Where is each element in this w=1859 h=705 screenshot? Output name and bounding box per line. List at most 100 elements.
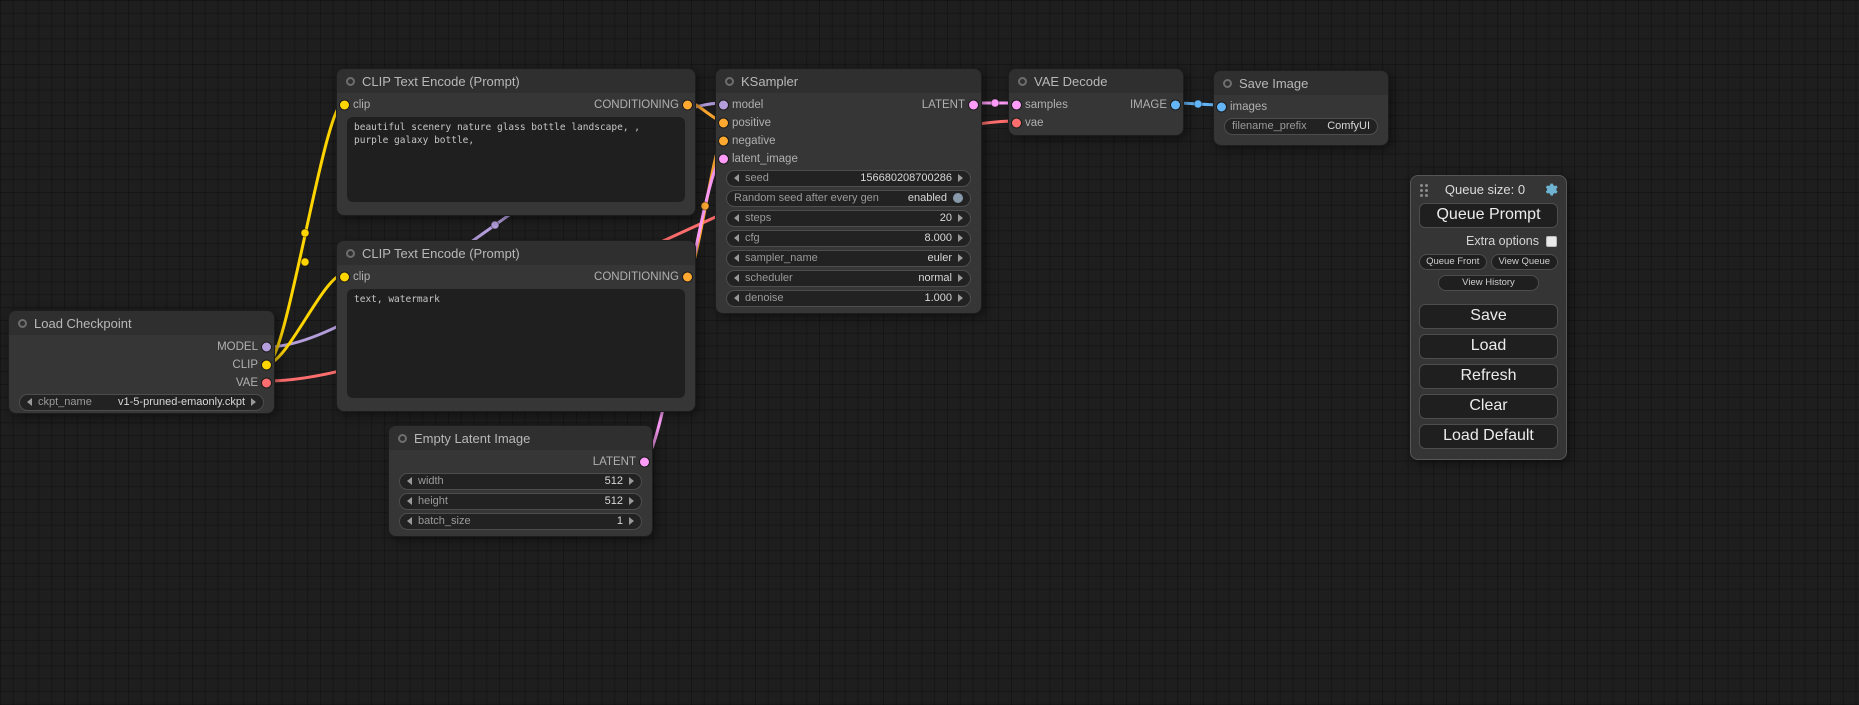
node-title-bar[interactable]: Empty Latent Image [389, 426, 652, 450]
vae-output-port[interactable] [262, 379, 271, 388]
node-clip-text-encode-negative[interactable]: CLIP Text Encode (Prompt) clip CONDITION… [336, 240, 696, 412]
seed-widget[interactable]: seed 156680208700286 [726, 170, 971, 187]
node-save-image[interactable]: Save Image images filename_prefix ComfyU… [1213, 70, 1389, 146]
load-default-button[interactable]: Load Default [1419, 424, 1558, 449]
increment-arrow-icon[interactable] [958, 174, 963, 182]
decrement-arrow-icon[interactable] [407, 477, 412, 485]
node-title-bar[interactable]: Save Image [1214, 71, 1388, 95]
widget-name: Random seed after every gen [734, 192, 879, 204]
clip-output-port[interactable] [262, 361, 271, 370]
cfg-widget[interactable]: cfg 8.000 [726, 230, 971, 247]
decrement-arrow-icon[interactable] [407, 497, 412, 505]
height-widget[interactable]: height 512 [399, 493, 642, 510]
wire-clip-to-negative-prompt [267, 274, 344, 364]
widget-value: 1 [617, 515, 623, 527]
extra-options-checkbox[interactable] [1546, 236, 1557, 247]
batch-size-widget[interactable]: batch_size 1 [399, 513, 642, 530]
queue-prompt-button[interactable]: Queue Prompt [1419, 203, 1558, 228]
conditioning-output-port[interactable] [683, 273, 692, 282]
prev-arrow-icon[interactable] [27, 398, 32, 406]
conditioning-output-port[interactable] [683, 101, 692, 110]
collapse-icon[interactable] [346, 249, 355, 258]
model-output-port[interactable] [262, 343, 271, 352]
negative-prompt-textarea[interactable]: text, watermark [347, 289, 685, 398]
scheduler-widget[interactable]: scheduler normal [726, 270, 971, 287]
vae-input-port[interactable] [1012, 119, 1021, 128]
clip-input-port[interactable] [340, 101, 349, 110]
clip-input-port[interactable] [340, 273, 349, 282]
decrement-arrow-icon[interactable] [734, 174, 739, 182]
widget-name: batch_size [418, 515, 471, 527]
refresh-button[interactable]: Refresh [1419, 364, 1558, 389]
node-title-bar[interactable]: KSampler [716, 69, 981, 93]
output-label-conditioning: CONDITIONING [594, 99, 679, 111]
latent-output-port[interactable] [640, 458, 649, 467]
next-arrow-icon[interactable] [251, 398, 256, 406]
increment-arrow-icon[interactable] [958, 214, 963, 222]
collapse-icon[interactable] [398, 434, 407, 443]
decrement-arrow-icon[interactable] [734, 234, 739, 242]
node-title-bar[interactable]: Load Checkpoint [9, 311, 274, 335]
negative-input-port[interactable] [719, 137, 728, 146]
decrement-arrow-icon[interactable] [734, 214, 739, 222]
link-dot [991, 99, 999, 107]
increment-arrow-icon[interactable] [629, 497, 634, 505]
increment-arrow-icon[interactable] [958, 294, 963, 302]
output-label-clip: CLIP [232, 359, 258, 371]
node-load-checkpoint[interactable]: Load Checkpoint MODEL CLIP VAE ckpt_name… [8, 310, 275, 414]
clear-button[interactable]: Clear [1419, 394, 1558, 419]
positive-input-port[interactable] [719, 119, 728, 128]
width-widget[interactable]: width 512 [399, 473, 642, 490]
filename-prefix-widget[interactable]: filename_prefix ComfyUI [1224, 118, 1378, 135]
node-clip-text-encode-positive[interactable]: CLIP Text Encode (Prompt) clip CONDITION… [336, 68, 696, 216]
collapse-icon[interactable] [725, 77, 734, 86]
samples-input-port[interactable] [1012, 101, 1021, 110]
prev-arrow-icon[interactable] [734, 254, 739, 262]
denoise-widget[interactable]: denoise 1.000 [726, 290, 971, 307]
link-dot [491, 221, 499, 229]
node-title-bar[interactable]: VAE Decode [1009, 69, 1183, 93]
next-arrow-icon[interactable] [958, 274, 963, 282]
load-button[interactable]: Load [1419, 334, 1558, 359]
collapse-icon[interactable] [18, 319, 27, 328]
node-title-bar[interactable]: CLIP Text Encode (Prompt) [337, 69, 695, 93]
node-title: Save Image [1239, 76, 1308, 91]
positive-prompt-textarea[interactable]: beautiful scenery nature glass bottle la… [347, 117, 685, 202]
widget-name: ckpt_name [38, 396, 92, 408]
images-input-port[interactable] [1217, 103, 1226, 112]
node-title: Empty Latent Image [414, 431, 530, 446]
sampler-name-widget[interactable]: sampler_name euler [726, 250, 971, 267]
collapse-icon[interactable] [346, 77, 355, 86]
decrement-arrow-icon[interactable] [407, 517, 412, 525]
drag-handle-icon[interactable] [1420, 184, 1423, 187]
ckpt-name-widget[interactable]: ckpt_name v1-5-pruned-emaonly.ckpt [19, 394, 264, 411]
image-output-port[interactable] [1171, 101, 1180, 110]
node-ksampler[interactable]: KSampler model LATENT positive negative … [715, 68, 982, 314]
node-empty-latent-image[interactable]: Empty Latent Image LATENT width 512 heig… [388, 425, 653, 537]
settings-gear-icon[interactable] [1543, 182, 1558, 197]
increment-arrow-icon[interactable] [629, 477, 634, 485]
widget-name: sampler_name [745, 252, 818, 264]
latent-image-input-port[interactable] [719, 155, 728, 164]
decrement-arrow-icon[interactable] [734, 294, 739, 302]
collapse-icon[interactable] [1223, 79, 1232, 88]
next-arrow-icon[interactable] [958, 254, 963, 262]
random-seed-toggle-widget[interactable]: Random seed after every gen enabled [726, 190, 971, 207]
view-queue-button[interactable]: View Queue [1491, 254, 1559, 270]
node-title: Load Checkpoint [34, 316, 132, 331]
steps-widget[interactable]: steps 20 [726, 210, 971, 227]
node-vae-decode[interactable]: VAE Decode samples IMAGE vae [1008, 68, 1184, 136]
queue-front-button[interactable]: Queue Front [1419, 254, 1487, 270]
prev-arrow-icon[interactable] [734, 274, 739, 282]
toggle-dot-icon[interactable] [953, 193, 963, 203]
input-label-model: model [732, 99, 763, 111]
view-history-button[interactable]: View History [1438, 275, 1538, 291]
node-title-bar[interactable]: CLIP Text Encode (Prompt) [337, 241, 695, 265]
save-button[interactable]: Save [1419, 304, 1558, 329]
collapse-icon[interactable] [1018, 77, 1027, 86]
queue-menu-panel: Queue size: 0 Queue Prompt Extra options… [1410, 175, 1567, 460]
increment-arrow-icon[interactable] [629, 517, 634, 525]
latent-output-port[interactable] [969, 101, 978, 110]
increment-arrow-icon[interactable] [958, 234, 963, 242]
model-input-port[interactable] [719, 101, 728, 110]
